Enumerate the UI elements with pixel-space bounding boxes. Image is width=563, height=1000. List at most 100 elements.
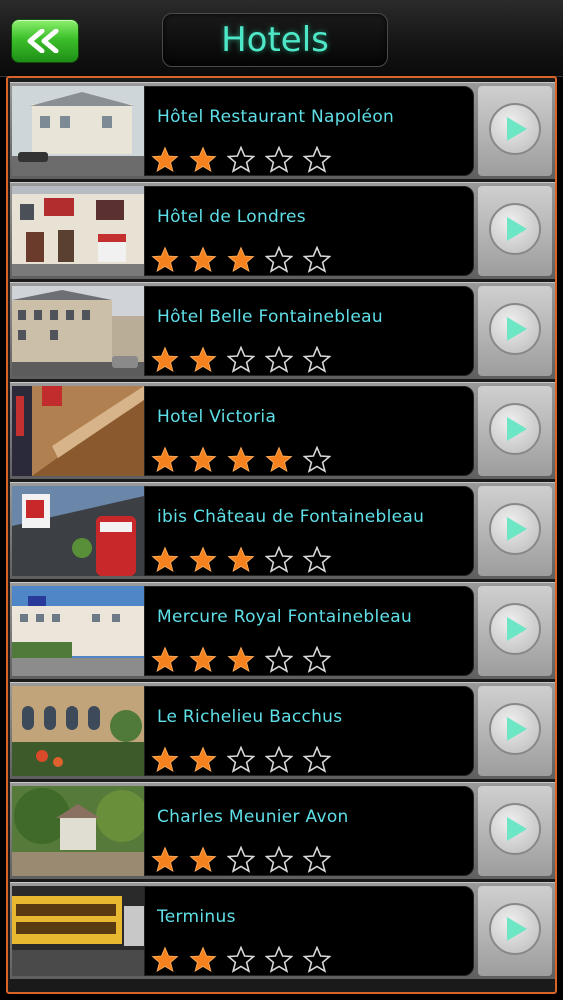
star-filled-icon (151, 846, 179, 874)
hotel-thumbnail (12, 786, 144, 876)
hotel-thumbnail (12, 286, 144, 376)
star-empty-icon (303, 646, 331, 674)
hotel-info: Hotel Victoria (144, 386, 474, 476)
hotel-thumbnail (12, 686, 144, 776)
hotel-row[interactable]: ibis Château de Fontainebleau (10, 482, 555, 579)
play-arrow-icon (489, 203, 541, 255)
hotel-info: Terminus (144, 886, 474, 976)
star-empty-icon (265, 646, 293, 674)
hotel-thumbnail (12, 486, 144, 576)
top-navigation-bar: Hotels (0, 0, 563, 77)
hotel-name: ibis Château de Fontainebleau (157, 507, 425, 527)
star-empty-icon (303, 946, 331, 974)
star-filled-icon (189, 746, 217, 774)
hotel-info: ibis Château de Fontainebleau (144, 486, 474, 576)
star-filled-icon (151, 346, 179, 374)
star-rating (151, 346, 341, 374)
hotel-list[interactable]: Hôtel Restaurant Napoléon Hôtel de Londr… (6, 76, 557, 994)
hotel-name: Hôtel Restaurant Napoléon (157, 107, 395, 127)
star-empty-icon (303, 846, 331, 874)
hotel-detail-button[interactable] (478, 686, 552, 776)
hotel-detail-button[interactable] (478, 186, 552, 276)
hotel-thumbnail (12, 386, 144, 476)
hotel-thumbnail (12, 886, 144, 976)
star-empty-icon (303, 546, 331, 574)
hotel-thumbnail (12, 186, 144, 276)
star-empty-icon (227, 146, 255, 174)
star-filled-icon (189, 246, 217, 274)
star-filled-icon (189, 646, 217, 674)
hotel-row[interactable]: Le Richelieu Bacchus (10, 682, 555, 779)
star-filled-icon (189, 946, 217, 974)
star-filled-icon (189, 446, 217, 474)
hotel-row[interactable]: Hôtel Restaurant Napoléon (10, 82, 555, 179)
hotel-name: Charles Meunier Avon (157, 807, 349, 827)
star-empty-icon (227, 846, 255, 874)
play-arrow-icon (489, 103, 541, 155)
star-rating (151, 446, 341, 474)
hotel-info: Hôtel Restaurant Napoléon (144, 86, 474, 176)
hotel-detail-button[interactable] (478, 586, 552, 676)
star-rating (151, 746, 341, 774)
hotel-detail-button[interactable] (478, 286, 552, 376)
play-arrow-icon (489, 403, 541, 455)
back-button[interactable] (11, 19, 79, 63)
star-filled-icon (151, 246, 179, 274)
hotel-detail-button[interactable] (478, 886, 552, 976)
star-empty-icon (265, 246, 293, 274)
play-arrow-icon (489, 803, 541, 855)
hotel-row[interactable]: Hotel Victoria (10, 382, 555, 479)
star-filled-icon (151, 746, 179, 774)
star-rating (151, 146, 341, 174)
play-arrow-icon (489, 303, 541, 355)
hotel-thumbnail (12, 586, 144, 676)
hotel-name: Le Richelieu Bacchus (157, 707, 343, 727)
star-empty-icon (303, 746, 331, 774)
hotel-detail-button[interactable] (478, 486, 552, 576)
hotel-thumbnail (12, 86, 144, 176)
star-rating (151, 246, 341, 274)
page-title-box: Hotels (162, 13, 388, 67)
play-arrow-icon (489, 703, 541, 755)
hotel-row[interactable]: Mercure Royal Fontainebleau (10, 582, 555, 679)
star-empty-icon (265, 846, 293, 874)
hotel-detail-button[interactable] (478, 786, 552, 876)
hotel-name: Terminus (157, 907, 236, 927)
hotel-detail-button[interactable] (478, 386, 552, 476)
star-rating (151, 846, 341, 874)
star-empty-icon (303, 146, 331, 174)
star-empty-icon (227, 946, 255, 974)
star-filled-icon (151, 446, 179, 474)
hotel-info: Charles Meunier Avon (144, 786, 474, 876)
double-chevron-left-icon (27, 29, 59, 53)
star-empty-icon (265, 746, 293, 774)
star-rating (151, 646, 341, 674)
star-filled-icon (189, 846, 217, 874)
star-empty-icon (303, 446, 331, 474)
page-title: Hotels (221, 20, 329, 60)
hotel-row[interactable]: Hôtel de Londres (10, 182, 555, 279)
star-filled-icon (189, 346, 217, 374)
play-arrow-icon (489, 603, 541, 655)
hotel-detail-button[interactable] (478, 86, 552, 176)
star-filled-icon (227, 446, 255, 474)
star-empty-icon (227, 346, 255, 374)
hotel-row[interactable]: Charles Meunier Avon (10, 782, 555, 879)
star-filled-icon (227, 646, 255, 674)
star-filled-icon (227, 246, 255, 274)
hotel-row[interactable]: Hôtel Belle Fontainebleau (10, 282, 555, 379)
play-arrow-icon (489, 903, 541, 955)
hotel-row[interactable]: Terminus (10, 882, 555, 979)
play-arrow-icon (489, 503, 541, 555)
hotel-info: Mercure Royal Fontainebleau (144, 586, 474, 676)
star-empty-icon (265, 946, 293, 974)
hotel-info: Le Richelieu Bacchus (144, 686, 474, 776)
hotel-name: Hôtel Belle Fontainebleau (157, 307, 383, 327)
star-filled-icon (151, 546, 179, 574)
star-filled-icon (151, 646, 179, 674)
star-empty-icon (265, 546, 293, 574)
star-filled-icon (227, 546, 255, 574)
star-empty-icon (265, 346, 293, 374)
star-empty-icon (227, 746, 255, 774)
star-filled-icon (151, 946, 179, 974)
